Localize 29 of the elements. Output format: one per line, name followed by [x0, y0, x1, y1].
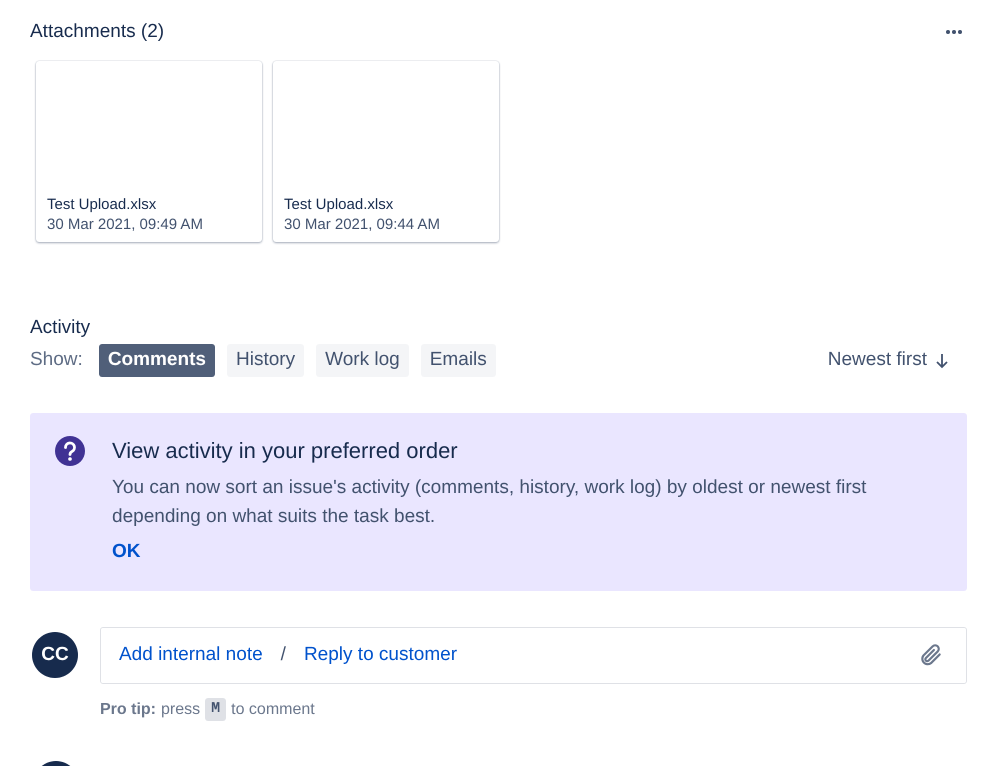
reply-link[interactable]: Reply to customer: [304, 640, 458, 670]
avatar: CC: [32, 632, 78, 678]
pro-tip-text: to comment: [231, 700, 315, 720]
filter-tab[interactable]: Work log: [316, 344, 409, 377]
banner-text: You can now sort an issue's activity (comments, history, work log) by oldest or newest first depending on what suits the task best.: [112, 476, 868, 529]
comment-box[interactable]: Add internal note / Reply to customer: [100, 626, 967, 684]
filter-tab[interactable]: History: [227, 344, 304, 377]
activity-heading: Activity: [30, 316, 92, 340]
upload-date: 30 Mar 2021, 09:44 AM: [284, 214, 441, 234]
filter-tab[interactable]: Comments: [98, 344, 215, 377]
upload-date: 30 Mar 2021, 09:49 AM: [47, 214, 204, 234]
ok-link[interactable]: OK: [112, 538, 140, 566]
file-name: Test Upload.xlsx: [284, 194, 394, 214]
pro-tip-label: Pro tip:: [100, 700, 156, 720]
show-label: Show:: [30, 348, 83, 372]
attachment-card[interactable]: Test Upload.xlsx 30 Mar 2021, 09:44 AM: [273, 60, 499, 242]
filter-tab[interactable]: Emails: [420, 344, 496, 377]
add-note-link[interactable]: Add internal note: [119, 640, 263, 670]
keyboard-key: M: [205, 698, 226, 721]
sort-button[interactable]: Newest first: [828, 346, 949, 375]
more-icon: [945, 29, 963, 36]
arrow-down-icon: [935, 352, 949, 368]
separator: /: [280, 642, 286, 667]
question-icon: [54, 435, 86, 467]
attachments-heading: Attachments (2): [30, 20, 164, 44]
file-name: Test Upload.xlsx: [47, 194, 158, 214]
pro-tip-text: press: [161, 700, 200, 720]
banner-title: View activity in your preferred order: [112, 437, 459, 465]
attachment-card[interactable]: Test Upload.xlsx 30 Mar 2021, 09:49 AM: [36, 60, 262, 242]
